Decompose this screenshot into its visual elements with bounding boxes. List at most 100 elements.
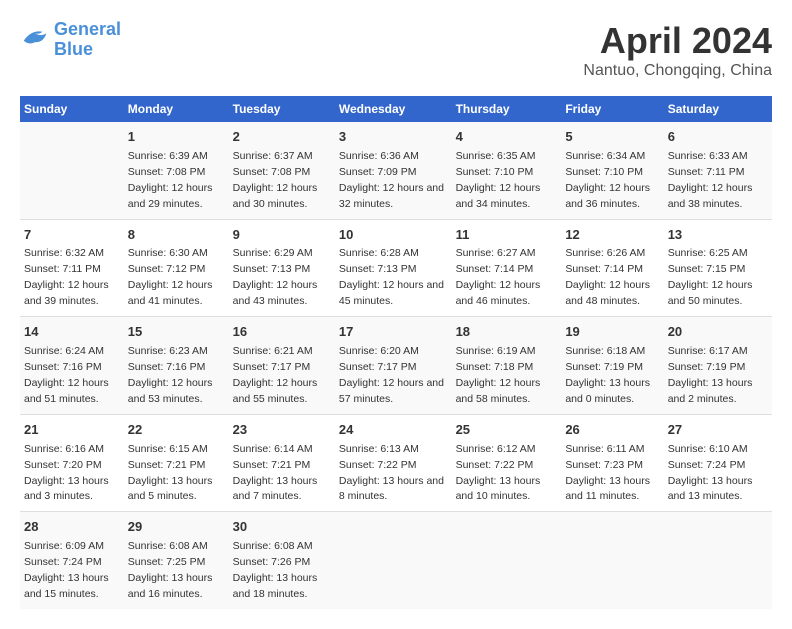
sunset-text: Sunset: 7:23 PM — [565, 459, 643, 471]
day-number: 25 — [456, 421, 558, 440]
calendar-day-cell: 4 Sunrise: 6:35 AM Sunset: 7:10 PM Dayli… — [452, 122, 562, 219]
day-number: 17 — [339, 323, 448, 342]
sunset-text: Sunset: 7:24 PM — [668, 459, 746, 471]
day-number: 22 — [128, 421, 225, 440]
day-number: 1 — [128, 128, 225, 147]
sunset-text: Sunset: 7:17 PM — [233, 361, 311, 373]
sunset-text: Sunset: 7:22 PM — [456, 459, 534, 471]
calendar-day-cell: 18 Sunrise: 6:19 AM Sunset: 7:18 PM Dayl… — [452, 317, 562, 415]
sunset-text: Sunset: 7:21 PM — [233, 459, 311, 471]
day-number: 3 — [339, 128, 448, 147]
daylight-text: Daylight: 12 hours and 36 minutes. — [565, 182, 650, 210]
calendar-body: 1 Sunrise: 6:39 AM Sunset: 7:08 PM Dayli… — [20, 122, 772, 609]
calendar-day-cell: 11 Sunrise: 6:27 AM Sunset: 7:14 PM Dayl… — [452, 219, 562, 317]
daylight-text: Daylight: 13 hours and 11 minutes. — [565, 475, 650, 503]
sunrise-text: Sunrise: 6:28 AM — [339, 247, 419, 259]
sunrise-text: Sunrise: 6:27 AM — [456, 247, 536, 259]
sunset-text: Sunset: 7:19 PM — [565, 361, 643, 373]
calendar-day-cell: 26 Sunrise: 6:11 AM Sunset: 7:23 PM Dayl… — [561, 414, 663, 512]
sunset-text: Sunset: 7:13 PM — [339, 263, 417, 275]
sunrise-text: Sunrise: 6:08 AM — [233, 540, 313, 552]
sunset-text: Sunset: 7:18 PM — [456, 361, 534, 373]
sunrise-text: Sunrise: 6:17 AM — [668, 345, 748, 357]
sunrise-text: Sunrise: 6:16 AM — [24, 443, 104, 455]
day-number: 10 — [339, 226, 448, 245]
sunset-text: Sunset: 7:14 PM — [456, 263, 534, 275]
daylight-text: Daylight: 12 hours and 32 minutes. — [339, 182, 444, 210]
daylight-text: Daylight: 13 hours and 8 minutes. — [339, 475, 444, 503]
day-number: 4 — [456, 128, 558, 147]
calendar-week-row: 7 Sunrise: 6:32 AM Sunset: 7:11 PM Dayli… — [20, 219, 772, 317]
day-number: 18 — [456, 323, 558, 342]
calendar-day-cell: 14 Sunrise: 6:24 AM Sunset: 7:16 PM Dayl… — [20, 317, 124, 415]
day-number: 12 — [565, 226, 659, 245]
page-title: April 2024 — [583, 20, 772, 62]
day-number: 16 — [233, 323, 331, 342]
sunset-text: Sunset: 7:15 PM — [668, 263, 746, 275]
calendar-day-cell: 27 Sunrise: 6:10 AM Sunset: 7:24 PM Dayl… — [664, 414, 772, 512]
calendar-day-cell: 9 Sunrise: 6:29 AM Sunset: 7:13 PM Dayli… — [229, 219, 335, 317]
calendar-day-cell: 20 Sunrise: 6:17 AM Sunset: 7:19 PM Dayl… — [664, 317, 772, 415]
day-number: 7 — [24, 226, 120, 245]
daylight-text: Daylight: 13 hours and 2 minutes. — [668, 377, 753, 405]
day-number: 8 — [128, 226, 225, 245]
sunrise-text: Sunrise: 6:20 AM — [339, 345, 419, 357]
daylight-text: Daylight: 12 hours and 55 minutes. — [233, 377, 318, 405]
calendar-day-cell: 29 Sunrise: 6:08 AM Sunset: 7:25 PM Dayl… — [124, 512, 229, 609]
calendar-day-cell — [452, 512, 562, 609]
daylight-text: Daylight: 12 hours and 34 minutes. — [456, 182, 541, 210]
calendar-day-cell: 10 Sunrise: 6:28 AM Sunset: 7:13 PM Dayl… — [335, 219, 452, 317]
sunrise-text: Sunrise: 6:08 AM — [128, 540, 208, 552]
day-number: 15 — [128, 323, 225, 342]
sunrise-text: Sunrise: 6:14 AM — [233, 443, 313, 455]
sunset-text: Sunset: 7:19 PM — [668, 361, 746, 373]
sunset-text: Sunset: 7:13 PM — [233, 263, 311, 275]
sunset-text: Sunset: 7:14 PM — [565, 263, 643, 275]
daylight-text: Daylight: 12 hours and 46 minutes. — [456, 279, 541, 307]
calendar-day-cell: 28 Sunrise: 6:09 AM Sunset: 7:24 PM Dayl… — [20, 512, 124, 609]
calendar-day-cell: 24 Sunrise: 6:13 AM Sunset: 7:22 PM Dayl… — [335, 414, 452, 512]
day-number: 23 — [233, 421, 331, 440]
page-header: General Blue April 2024 Nantuo, Chongqin… — [20, 20, 772, 80]
day-number: 13 — [668, 226, 768, 245]
daylight-text: Daylight: 12 hours and 45 minutes. — [339, 279, 444, 307]
day-number: 26 — [565, 421, 659, 440]
calendar-day-cell: 16 Sunrise: 6:21 AM Sunset: 7:17 PM Dayl… — [229, 317, 335, 415]
calendar-day-cell: 3 Sunrise: 6:36 AM Sunset: 7:09 PM Dayli… — [335, 122, 452, 219]
calendar-day-cell: 2 Sunrise: 6:37 AM Sunset: 7:08 PM Dayli… — [229, 122, 335, 219]
calendar-day-cell: 8 Sunrise: 6:30 AM Sunset: 7:12 PM Dayli… — [124, 219, 229, 317]
calendar-day-cell: 5 Sunrise: 6:34 AM Sunset: 7:10 PM Dayli… — [561, 122, 663, 219]
sunrise-text: Sunrise: 6:11 AM — [565, 443, 644, 455]
sunset-text: Sunset: 7:08 PM — [128, 166, 206, 178]
daylight-text: Daylight: 13 hours and 3 minutes. — [24, 475, 109, 503]
calendar-day-cell: 6 Sunrise: 6:33 AM Sunset: 7:11 PM Dayli… — [664, 122, 772, 219]
sunset-text: Sunset: 7:10 PM — [456, 166, 534, 178]
day-number: 28 — [24, 518, 120, 537]
calendar-day-header: Sunday — [20, 96, 124, 122]
calendar-day-cell — [561, 512, 663, 609]
sunset-text: Sunset: 7:12 PM — [128, 263, 206, 275]
sunset-text: Sunset: 7:16 PM — [24, 361, 102, 373]
calendar-day-cell: 15 Sunrise: 6:23 AM Sunset: 7:16 PM Dayl… — [124, 317, 229, 415]
sunset-text: Sunset: 7:21 PM — [128, 459, 206, 471]
sunrise-text: Sunrise: 6:24 AM — [24, 345, 104, 357]
daylight-text: Daylight: 13 hours and 13 minutes. — [668, 475, 753, 503]
calendar-week-row: 21 Sunrise: 6:16 AM Sunset: 7:20 PM Dayl… — [20, 414, 772, 512]
sunset-text: Sunset: 7:11 PM — [24, 263, 101, 275]
day-number: 20 — [668, 323, 768, 342]
sunrise-text: Sunrise: 6:23 AM — [128, 345, 208, 357]
calendar-header-row: SundayMondayTuesdayWednesdayThursdayFrid… — [20, 96, 772, 122]
sunrise-text: Sunrise: 6:15 AM — [128, 443, 208, 455]
calendar-day-cell: 13 Sunrise: 6:25 AM Sunset: 7:15 PM Dayl… — [664, 219, 772, 317]
day-number: 29 — [128, 518, 225, 537]
calendar-week-row: 14 Sunrise: 6:24 AM Sunset: 7:16 PM Dayl… — [20, 317, 772, 415]
sunrise-text: Sunrise: 6:33 AM — [668, 150, 748, 162]
sunset-text: Sunset: 7:20 PM — [24, 459, 102, 471]
calendar-day-header: Wednesday — [335, 96, 452, 122]
calendar-day-header: Tuesday — [229, 96, 335, 122]
calendar-day-header: Friday — [561, 96, 663, 122]
day-number: 21 — [24, 421, 120, 440]
calendar-day-cell: 19 Sunrise: 6:18 AM Sunset: 7:19 PM Dayl… — [561, 317, 663, 415]
calendar-day-cell: 17 Sunrise: 6:20 AM Sunset: 7:17 PM Dayl… — [335, 317, 452, 415]
day-number: 30 — [233, 518, 331, 537]
